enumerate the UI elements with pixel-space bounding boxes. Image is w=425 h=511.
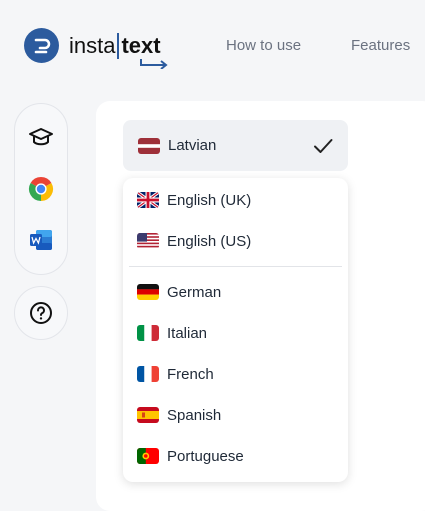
spain-flag-icon — [137, 407, 159, 423]
selected-language-label: Latvian — [168, 137, 217, 154]
word-icon[interactable] — [28, 227, 54, 253]
help-button[interactable] — [14, 286, 68, 340]
germany-flag-icon — [137, 284, 159, 300]
logo-wordmark: insta text — [69, 32, 168, 69]
language-option-label: French — [167, 365, 214, 383]
checkmark-icon — [314, 139, 333, 153]
language-option-label: Portuguese — [167, 447, 244, 465]
top-header: insta text How to use Features — [0, 0, 425, 92]
italy-flag-icon — [137, 325, 159, 341]
language-option-label: English (UK) — [167, 191, 252, 209]
logo-word-text: text — [121, 32, 161, 58]
us-flag-icon — [137, 233, 159, 249]
latvia-flag-icon — [138, 137, 160, 154]
graduation-cap-icon[interactable] — [28, 124, 54, 150]
side-rail — [14, 103, 68, 275]
language-option[interactable]: English (US) — [137, 230, 251, 252]
logo-cursor-bar — [117, 32, 120, 59]
language-option[interactable]: German — [137, 281, 221, 303]
france-flag-icon — [137, 366, 159, 382]
nav-how-to-use[interactable]: How to use — [226, 37, 301, 54]
logo-arrow-icon — [139, 58, 168, 69]
language-option-label: English (US) — [167, 232, 252, 250]
dropdown-divider — [129, 266, 342, 267]
language-option-label: Spanish — [167, 406, 222, 424]
uk-flag-icon — [137, 192, 159, 208]
language-option[interactable]: French — [137, 363, 214, 385]
language-option[interactable]: Italian — [137, 322, 207, 344]
logo-badge-icon — [24, 28, 59, 63]
instatext-logo[interactable]: insta text — [24, 28, 168, 69]
language-dropdown: English (UK) English (US) German Italian… — [123, 178, 348, 482]
portugal-flag-icon — [137, 448, 159, 464]
logo-word-insta: insta — [69, 32, 116, 58]
question-circle-icon — [30, 302, 52, 324]
nav-features[interactable]: Features — [351, 37, 410, 54]
language-option-label: German — [167, 283, 222, 301]
language-option[interactable]: Spanish — [137, 404, 221, 426]
language-option[interactable]: Portuguese — [137, 445, 244, 467]
chrome-icon[interactable] — [28, 176, 54, 202]
language-select[interactable]: Latvian — [123, 120, 348, 171]
language-option[interactable]: English (UK) — [137, 189, 251, 211]
language-option-label: Italian — [167, 324, 208, 342]
